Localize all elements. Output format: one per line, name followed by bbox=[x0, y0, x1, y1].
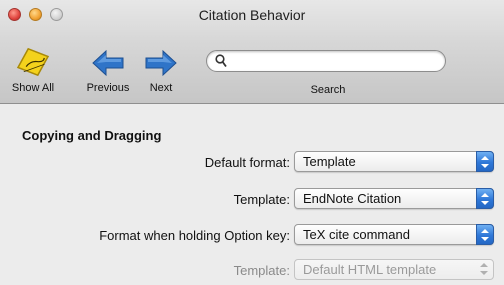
previous-button[interactable]: Previous bbox=[80, 46, 136, 94]
show-all-button[interactable]: Show All bbox=[0, 46, 66, 94]
popup-arrows-icon bbox=[476, 224, 494, 245]
arrow-left-icon bbox=[92, 49, 124, 77]
cite-icon bbox=[16, 47, 50, 77]
next-button[interactable]: Next bbox=[138, 46, 184, 94]
template-row: Template: EndNote Citation bbox=[0, 188, 504, 214]
option-template-popup[interactable]: Default HTML template bbox=[294, 259, 494, 280]
show-all-label: Show All bbox=[11, 82, 55, 94]
option-format-row: Format when holding Option key: TeX cite… bbox=[0, 224, 504, 250]
option-format-popup[interactable]: TeX cite command bbox=[294, 224, 494, 245]
popup-arrows-icon bbox=[476, 151, 494, 172]
option-template-value: Default HTML template bbox=[303, 262, 437, 277]
template-popup[interactable]: EndNote Citation bbox=[294, 188, 494, 209]
option-template-row: Template: Default HTML template bbox=[0, 259, 504, 285]
search-toolbar-item: Search bbox=[206, 50, 446, 96]
popup-arrows-icon bbox=[476, 259, 494, 280]
option-format-value: TeX cite command bbox=[303, 227, 410, 242]
section-title: Copying and Dragging bbox=[22, 128, 162, 143]
option-template-label: Template: bbox=[233, 263, 290, 278]
template-value: EndNote Citation bbox=[303, 191, 402, 206]
search-field[interactable] bbox=[206, 50, 446, 72]
previous-label: Previous bbox=[86, 82, 130, 94]
template-label: Template: bbox=[233, 192, 290, 207]
toolbar: Citation Behavior Show All Previous Next… bbox=[0, 0, 504, 104]
search-icon bbox=[215, 54, 227, 68]
default-format-popup[interactable]: Template bbox=[294, 151, 494, 172]
arrow-right-icon bbox=[145, 49, 177, 77]
search-input[interactable] bbox=[231, 53, 435, 71]
next-label: Next bbox=[149, 82, 173, 94]
preferences-window: Citation Behavior Show All Previous Next… bbox=[0, 0, 504, 282]
default-format-row: Default format: Template bbox=[0, 151, 504, 177]
search-label: Search bbox=[310, 84, 346, 96]
window-title: Citation Behavior bbox=[198, 7, 306, 23]
option-format-label: Format when holding Option key: bbox=[99, 228, 290, 243]
default-format-value: Template bbox=[303, 154, 356, 169]
popup-arrows-icon bbox=[476, 188, 494, 209]
default-format-label: Default format: bbox=[204, 155, 290, 170]
